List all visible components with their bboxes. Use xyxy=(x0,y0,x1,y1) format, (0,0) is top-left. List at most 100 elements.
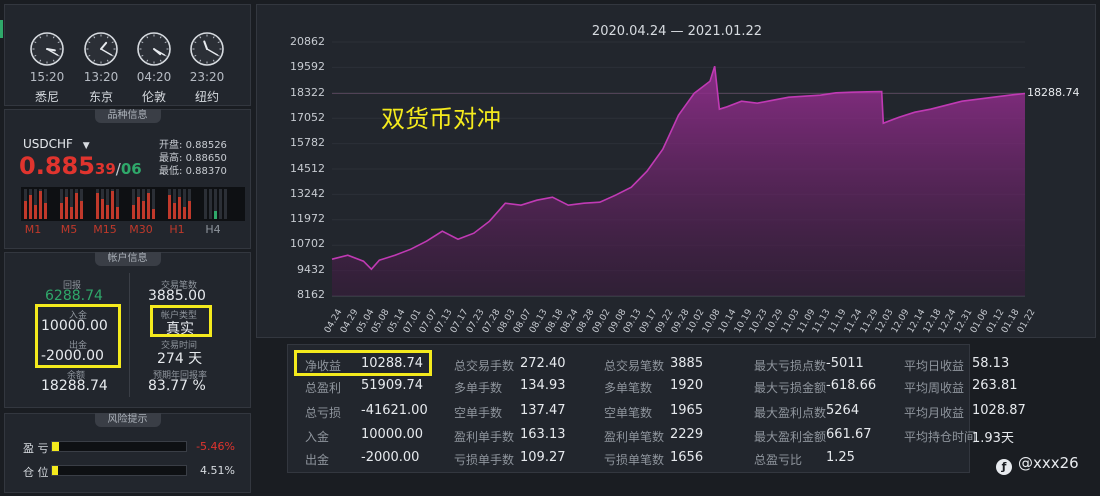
brand-logo-icon: ƒ xyxy=(996,459,1012,475)
risk-pnl-label: 盈 亏 xyxy=(23,442,49,455)
last-value-label: 18288.74 xyxy=(1027,86,1080,100)
stat-label: 亏损单手数 xyxy=(454,453,515,467)
clock-icon-tokyo xyxy=(84,32,118,66)
stat-label: 出金 xyxy=(305,453,330,467)
stat-label: 平均日收益 xyxy=(904,359,965,373)
timeframe-m30[interactable]: M30 xyxy=(128,223,154,236)
stat-label: 平均持仓时间 xyxy=(904,430,977,444)
clock-icon-london xyxy=(137,32,171,66)
chevron-down-icon: ▼ xyxy=(82,141,90,151)
stat-label: 总盈利 xyxy=(305,381,342,395)
clock-city-sydney: 悉尼 xyxy=(34,90,59,104)
stat-value: 263.81 xyxy=(972,378,1018,393)
price-spread: 06 xyxy=(120,160,142,178)
stat-label: 空单笔数 xyxy=(604,406,653,420)
stat-label: 亏损单笔数 xyxy=(604,453,665,467)
stat-label: 总盈亏比 xyxy=(754,453,803,467)
stat-value: 1.25 xyxy=(826,450,855,465)
symbol-info-panel: 品种信息 USDCHF ▼ 0.88539/06 开盘: 0.88526 最高:… xyxy=(4,109,251,249)
timeframe-m15[interactable]: M15 xyxy=(92,223,118,236)
watermark: ƒ @xxx26 xyxy=(996,454,1079,475)
return-value: 6288.74 xyxy=(45,288,103,304)
clock-time-london: 04:20 xyxy=(136,70,172,84)
stat-value: 1028.87 xyxy=(972,403,1026,418)
stat-value: -618.66 xyxy=(826,378,877,393)
account-info-title: 帐户信息 xyxy=(94,252,161,266)
timeframe-m5[interactable]: M5 xyxy=(56,223,82,236)
stat-label: 总亏损 xyxy=(305,406,342,420)
stat-label: 盈利单手数 xyxy=(454,430,515,444)
price-display: 0.88539/06 xyxy=(19,152,142,180)
stat-value: 272.40 xyxy=(520,356,566,371)
symbol-info-title: 品种信息 xyxy=(94,109,161,123)
timeframe-h1[interactable]: H1 xyxy=(164,223,190,236)
stat-label: 平均月收益 xyxy=(904,406,965,420)
equity-curve-chart xyxy=(331,41,1026,297)
clock-city-tokyo: 东京 xyxy=(88,90,113,104)
timeframe-m1[interactable]: M1 xyxy=(20,223,46,236)
price-small: 39 xyxy=(94,160,116,178)
highlight-deposit-withdraw xyxy=(35,304,121,368)
stat-value: 109.27 xyxy=(520,450,566,465)
clock-icon-sydney xyxy=(30,32,64,66)
timeframe-strength-bars xyxy=(21,187,245,221)
trades-value: 3885.00 xyxy=(148,288,206,304)
stat-label: 最大亏损金额 xyxy=(754,381,827,395)
stat-value: -5011 xyxy=(826,356,864,371)
stat-value: 10000.00 xyxy=(361,427,424,442)
edge-accent xyxy=(0,20,3,38)
stat-label: 平均周收益 xyxy=(904,381,965,395)
stat-label: 最大盈利点数 xyxy=(754,406,827,420)
annual-return-value: 83.77 % xyxy=(148,378,206,394)
risk-position-value: 4.51% xyxy=(200,464,235,477)
stat-value: 2229 xyxy=(670,427,704,442)
symbol-selector[interactable]: USDCHF ▼ xyxy=(23,137,90,151)
stat-value: 51909.74 xyxy=(361,378,424,393)
stat-label: 入金 xyxy=(305,430,330,444)
stat-label: 多单手数 xyxy=(454,381,503,395)
duration-value: 274 天 xyxy=(157,351,203,367)
chart-overlay-text: 双货币对冲 xyxy=(381,105,501,133)
clock-time-sydney: 15:20 xyxy=(29,70,65,84)
risk-position-bar xyxy=(51,465,187,476)
stat-value: -41621.00 xyxy=(361,403,428,418)
timeframe-h4[interactable]: H4 xyxy=(200,223,226,236)
stat-value: 58.13 xyxy=(972,356,1010,371)
stat-label: 空单手数 xyxy=(454,406,503,420)
clock-time-newyork: 23:20 xyxy=(189,70,225,84)
world-clocks-panel: 15:20 13:20 04:20 23:20 悉尼 东京 伦敦 纽约 xyxy=(4,4,251,106)
account-divider xyxy=(129,273,130,397)
stat-value: 1965 xyxy=(670,403,704,418)
stat-label: 最大盈利金额 xyxy=(754,430,827,444)
stat-label: 总交易笔数 xyxy=(604,359,665,373)
stat-label: 盈利单笔数 xyxy=(604,430,665,444)
low-price: 最低: 0.88370 xyxy=(159,162,227,177)
statistics-panel: 净收益 10288.74 总盈利 51909.74 总亏损 -41621.00 入金 1000… xyxy=(287,344,1026,473)
risk-pnl-value: -5.46% xyxy=(196,440,235,453)
clock-icon-newyork xyxy=(190,32,224,66)
stat-value: 3885 xyxy=(670,356,704,371)
stat-value: 1920 xyxy=(670,378,704,393)
stat-value: 163.13 xyxy=(520,427,566,442)
stat-value: 137.47 xyxy=(520,403,566,418)
symbol-name: USDCHF xyxy=(23,137,73,151)
risk-title: 风险提示 xyxy=(94,413,161,427)
low-label: 最低: xyxy=(159,166,183,177)
clock-city-london: 伦敦 xyxy=(141,90,166,104)
stat-label: 最大亏损点数 xyxy=(754,359,827,373)
account-info-panel: 帐户信息 回报 6288.74 入金 10000.00 出金 -2000.00 … xyxy=(4,252,251,408)
stat-value: 5264 xyxy=(826,403,860,418)
stat-value: 1.93天 xyxy=(972,431,1014,446)
stat-value: 1656 xyxy=(670,450,704,465)
clock-time-tokyo: 13:20 xyxy=(83,70,119,84)
highlight-account-type xyxy=(150,305,212,337)
stat-value: 661.67 xyxy=(826,427,872,442)
equity-chart-panel: 2020.04.24 — 2021.01.22 20862 19592 1832… xyxy=(256,4,1096,338)
risk-position-fill xyxy=(52,466,59,475)
stat-value: -2000.00 xyxy=(361,450,420,465)
low-value: 0.88370 xyxy=(185,166,227,177)
price-big: 0.885 xyxy=(19,152,95,180)
clock-city-newyork: 纽约 xyxy=(194,90,219,104)
watermark-text: @xxx26 xyxy=(1018,454,1079,472)
highlight-net-profit xyxy=(294,350,432,376)
